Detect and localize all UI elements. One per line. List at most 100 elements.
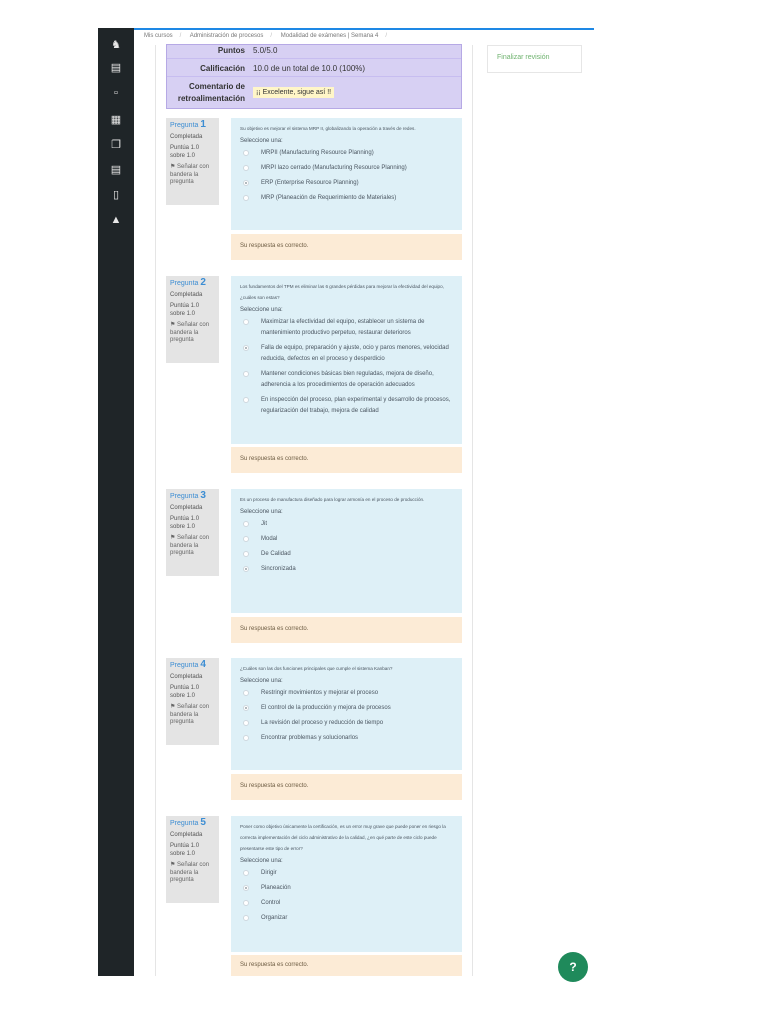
radio-button-selected[interactable] <box>243 345 249 351</box>
flag-icon: ⚑ <box>170 164 178 170</box>
flag-icon: ⚑ <box>170 322 178 328</box>
radio-button[interactable] <box>243 735 249 741</box>
question-text: Poner como objetivo únicamente la certif… <box>240 824 446 851</box>
feedback-text: ¡¡ Excelente, sigue así !! <box>253 87 335 98</box>
question-info: Pregunta 2 Completada Puntúa 1.0 sobre 1… <box>166 276 219 363</box>
answer-option[interactable]: Falla de equipo, preparación y ajuste, o… <box>240 343 453 365</box>
puntos-value: 5.0/5.0 <box>253 46 278 55</box>
radio-button[interactable] <box>243 690 249 696</box>
question-state: Completada <box>170 831 203 838</box>
question-state: Completada <box>170 133 203 140</box>
answer-option[interactable]: Planeación <box>240 883 453 894</box>
question-info: Pregunta 4 Completada Puntúa 1.0 sobre 1… <box>166 658 219 745</box>
question-grade: Puntúa 1.0 sobre 1.0 <box>170 685 200 699</box>
calificacion-label: Calificación <box>200 64 245 73</box>
flag-question-button[interactable]: ⚑ Señalar con bandera la pregunta <box>170 164 215 187</box>
radio-button[interactable] <box>243 195 249 201</box>
question-content: Poner como objetivo únicamente la certif… <box>231 816 462 952</box>
breadcrumb-item[interactable]: Mis cursos <box>144 33 173 39</box>
breadcrumb-item[interactable]: Administración de procesos <box>190 33 264 39</box>
answer-option[interactable]: Modal <box>240 534 453 545</box>
question-text: Su objetivo es mejorar el sistema MRP II… <box>240 126 416 131</box>
breadcrumb: Mis cursos / Administración de procesos / … <box>144 33 388 39</box>
answer-option[interactable]: Mantener condiciones básicas bien regula… <box>240 369 453 391</box>
help-button[interactable]: ? <box>558 952 588 982</box>
radio-button[interactable] <box>243 150 249 156</box>
book-open-icon[interactable]: ▤ <box>98 163 134 177</box>
answer-option[interactable]: En inspección del proceso, plan experime… <box>240 395 453 417</box>
answer-option[interactable]: Sincronizada <box>240 564 453 575</box>
select-prompt: Seleccione una: <box>240 307 283 313</box>
question-info: Pregunta 5 Completada Puntúa 1.0 sobre 1… <box>166 816 219 903</box>
answer-option[interactable]: Maximizar la efectividad del equipo, est… <box>240 317 453 339</box>
question-number: Pregunta 5 <box>170 817 206 828</box>
answer-option[interactable]: Control <box>240 898 453 909</box>
select-prompt: Seleccione una: <box>240 678 283 684</box>
question-grade: Puntúa 1.0 sobre 1.0 <box>170 145 200 159</box>
answer-option[interactable]: Restringir movimientos y mejorar el proc… <box>240 688 453 699</box>
radio-button[interactable] <box>243 397 249 403</box>
answer-option[interactable]: Jit <box>240 519 453 530</box>
question-info: Pregunta 1 Completada Puntúa 1.0 sobre 1… <box>166 118 219 205</box>
answer-option[interactable]: MRP (Planeación de Requerimiento de Mate… <box>240 193 453 204</box>
flag-question-button[interactable]: ⚑ Señalar con bandera la pregunta <box>170 535 215 558</box>
content-divider <box>472 45 473 976</box>
answer-option[interactable]: Organizar <box>240 913 453 924</box>
radio-button[interactable] <box>243 720 249 726</box>
radio-button-selected[interactable] <box>243 180 249 186</box>
flag-icon: ⚑ <box>170 535 178 541</box>
answer-option[interactable]: La revisión del proceso y reducción de t… <box>240 718 453 729</box>
question-grade: Puntúa 1.0 sobre 1.0 <box>170 516 200 530</box>
answer-option[interactable]: De Calidad <box>240 549 453 560</box>
question-content: Es un proceso de manufactura diseñado pa… <box>231 489 462 613</box>
question-number: Pregunta 1 <box>170 119 206 130</box>
radio-button[interactable] <box>243 551 249 557</box>
answer-option[interactable]: MRPII (Manufacturing Resource Planning) <box>240 148 453 159</box>
question-text: Los fundamentos del TPM es eliminar las … <box>240 284 444 300</box>
folder-icon[interactable]: ▫ <box>98 86 134 100</box>
phone-icon[interactable]: ▯ <box>98 188 134 202</box>
finish-review-link[interactable]: Finalizar revisión <box>497 54 550 61</box>
flag-question-button[interactable]: ⚑ Señalar con bandera la pregunta <box>170 322 215 345</box>
file-icon[interactable]: ❐ <box>98 138 134 152</box>
answer-feedback: Su respuesta es correcto. <box>231 447 462 473</box>
book-icon[interactable]: ▤ <box>98 61 134 75</box>
question-number: Pregunta 3 <box>170 490 206 501</box>
radio-button-selected[interactable] <box>243 705 249 711</box>
calendar-icon[interactable]: ▦ <box>98 113 134 127</box>
answer-option[interactable]: ERP (Enterprise Resource Planning) <box>240 178 453 189</box>
radio-button-selected[interactable] <box>243 566 249 572</box>
answer-option[interactable]: Encontrar problemas y solucionarlos <box>240 733 453 744</box>
radio-button[interactable] <box>243 371 249 377</box>
radio-button[interactable] <box>243 915 249 921</box>
radio-button[interactable] <box>243 521 249 527</box>
answer-feedback: Su respuesta es correcto. <box>231 774 462 800</box>
radio-button[interactable] <box>243 870 249 876</box>
radio-button-selected[interactable] <box>243 885 249 891</box>
select-prompt: Seleccione una: <box>240 858 283 864</box>
select-prompt: Seleccione una: <box>240 509 283 515</box>
radio-button[interactable] <box>243 536 249 542</box>
flag-question-button[interactable]: ⚑ Señalar con bandera la pregunta <box>170 862 215 885</box>
radio-button[interactable] <box>243 319 249 325</box>
question-number: Pregunta 4 <box>170 659 206 670</box>
answer-option[interactable]: El control de la producción y mejora de … <box>240 703 453 714</box>
breadcrumb-item[interactable]: Modalidad de exámenes | Semana 4 <box>281 33 379 39</box>
question-grade: Puntúa 1.0 sobre 1.0 <box>170 843 200 857</box>
calificacion-value: 10.0 de un total de 10.0 (100%) <box>253 64 366 73</box>
graduation-cap-icon[interactable]: ▲ <box>98 213 134 227</box>
quiz-navigation-block: Finalizar revisión <box>487 45 582 73</box>
flag-question-button[interactable]: ⚑ Señalar con bandera la pregunta <box>170 704 215 727</box>
radio-button[interactable] <box>243 165 249 171</box>
question-content: ¿Cuáles son las dos funciones principale… <box>231 658 462 770</box>
radio-button[interactable] <box>243 900 249 906</box>
flag-icon: ⚑ <box>170 704 178 710</box>
question-text: ¿Cuáles son las dos funciones principale… <box>240 666 393 671</box>
answer-feedback: Su respuesta es correcto. <box>231 955 462 976</box>
question-content: Los fundamentos del TPM es eliminar las … <box>231 276 462 444</box>
answer-option[interactable]: MRPI lazo cerrado (Manufacturing Resourc… <box>240 163 453 174</box>
user-icon[interactable]: ♞ <box>98 38 134 52</box>
answer-option[interactable]: Dirigir <box>240 868 453 879</box>
question-state: Completada <box>170 504 203 511</box>
flag-icon: ⚑ <box>170 862 178 868</box>
